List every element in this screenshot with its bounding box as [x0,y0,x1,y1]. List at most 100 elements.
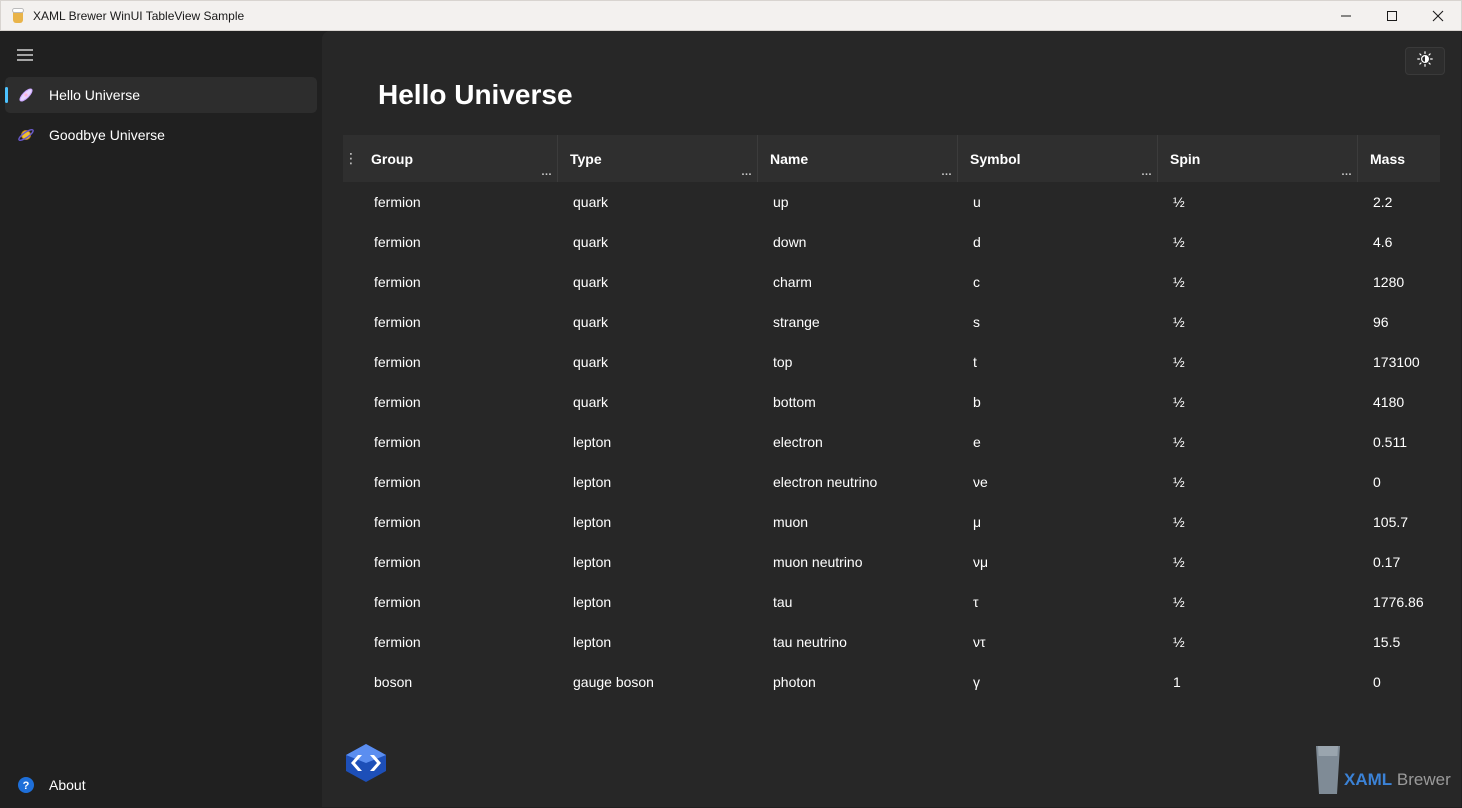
table-cell-type[interactable]: quark [558,194,758,210]
table-cell-spin[interactable]: ½ [1158,474,1358,490]
table-cell-mass[interactable]: 0 [1358,674,1440,690]
column-options-icon[interactable]: … [941,166,952,178]
table-cell-type[interactable]: quark [558,354,758,370]
sidebar-item-about[interactable]: ? About [5,767,317,803]
table-cell-name[interactable]: photon [758,674,958,690]
table-cell-mass[interactable]: 0.17 [1358,554,1440,570]
table-cell-type[interactable]: lepton [558,634,758,650]
table-row[interactable]: fermion lepton muon μ ½ 105.7 [343,502,1440,542]
table-cell-symbol[interactable]: b [958,394,1158,410]
table-cell-name[interactable]: up [758,194,958,210]
table-row[interactable]: fermion quark down d ½ 4.6 [343,222,1440,262]
column-header-spin[interactable]: Spin … [1158,135,1358,182]
table-cell-symbol[interactable]: c [958,274,1158,290]
table-cell-type[interactable]: gauge boson [558,674,758,690]
table-cell-type[interactable]: lepton [558,554,758,570]
column-header-type[interactable]: Type … [558,135,758,182]
table-cell-mass[interactable]: 105.7 [1358,514,1440,530]
table-cell-type[interactable]: lepton [558,474,758,490]
table-cell-name[interactable]: muon neutrino [758,554,958,570]
table-cell-name[interactable]: down [758,234,958,250]
table-cell-symbol[interactable]: d [958,234,1158,250]
table-cell-symbol[interactable]: νe [958,474,1158,490]
table-cell-type[interactable]: quark [558,234,758,250]
sidebar-item-hello-universe[interactable]: Hello Universe [5,77,317,113]
theme-toggle-button[interactable] [1405,47,1445,75]
table-cell-mass[interactable]: 0.511 [1358,434,1440,450]
table-cell-group[interactable]: fermion [343,434,558,450]
table-row[interactable]: fermion lepton tau neutrino ντ ½ 15.5 [343,622,1440,662]
table-cell-name[interactable]: electron [758,434,958,450]
table-cell-symbol[interactable]: γ [958,674,1158,690]
column-options-icon[interactable]: … [1141,166,1152,178]
table-cell-type[interactable]: quark [558,314,758,330]
table-cell-name[interactable]: bottom [758,394,958,410]
table-row[interactable]: fermion quark top t ½ 173100 [343,342,1440,382]
table-cell-mass[interactable]: 4180 [1358,394,1440,410]
maximize-icon[interactable] [1369,1,1415,31]
table-cell-symbol[interactable]: μ [958,514,1158,530]
table-cell-group[interactable]: fermion [343,554,558,570]
row-header-grip-icon[interactable]: ⋮ [343,135,359,182]
column-header-name[interactable]: Name … [758,135,958,182]
table-cell-group[interactable]: fermion [343,594,558,610]
table-cell-type[interactable]: lepton [558,594,758,610]
table-row[interactable]: fermion lepton muon neutrino νμ ½ 0.17 [343,542,1440,582]
column-header-mass[interactable]: Mass [1358,135,1440,182]
minimize-icon[interactable] [1323,1,1369,31]
table-cell-type[interactable]: quark [558,274,758,290]
table-cell-type[interactable]: quark [558,394,758,410]
table-cell-mass[interactable]: 2.2 [1358,194,1440,210]
table-cell-spin[interactable]: ½ [1158,594,1358,610]
table-cell-symbol[interactable]: u [958,194,1158,210]
column-options-icon[interactable]: … [541,166,552,178]
column-header-group[interactable]: Group … [359,135,558,182]
table-cell-symbol[interactable]: νμ [958,554,1158,570]
table-cell-name[interactable]: tau neutrino [758,634,958,650]
table-cell-mass[interactable]: 15.5 [1358,634,1440,650]
table-cell-group[interactable]: fermion [343,634,558,650]
table-cell-spin[interactable]: ½ [1158,234,1358,250]
table-cell-name[interactable]: charm [758,274,958,290]
table-row[interactable]: fermion lepton tau τ ½ 1776.86 [343,582,1440,622]
hamburger-menu-icon[interactable] [9,41,41,69]
table-cell-group[interactable]: fermion [343,314,558,330]
table-cell-symbol[interactable]: s [958,314,1158,330]
table-cell-type[interactable]: lepton [558,434,758,450]
column-options-icon[interactable]: … [1341,166,1352,178]
table-cell-symbol[interactable]: τ [958,594,1158,610]
table-cell-name[interactable]: muon [758,514,958,530]
table-cell-spin[interactable]: ½ [1158,554,1358,570]
table-cell-symbol[interactable]: t [958,354,1158,370]
table-row[interactable]: fermion quark up u ½ 2.2 [343,182,1440,222]
table-cell-spin[interactable]: ½ [1158,634,1358,650]
close-icon[interactable] [1415,1,1461,31]
table-cell-spin[interactable]: 1 [1158,674,1358,690]
table-cell-spin[interactable]: ½ [1158,354,1358,370]
table-cell-group[interactable]: fermion [343,354,558,370]
table-cell-mass[interactable]: 173100 [1358,354,1440,370]
table-cell-spin[interactable]: ½ [1158,394,1358,410]
table-cell-group[interactable]: fermion [343,194,558,210]
table-cell-group[interactable]: fermion [343,274,558,290]
table-cell-name[interactable]: strange [758,314,958,330]
table-cell-mass[interactable]: 0 [1358,474,1440,490]
table-cell-group[interactable]: fermion [343,234,558,250]
sidebar-item-goodbye-universe[interactable]: Goodbye Universe [5,117,317,153]
table-cell-spin[interactable]: ½ [1158,314,1358,330]
table-cell-spin[interactable]: ½ [1158,274,1358,290]
table-row[interactable]: boson gauge boson photon γ 1 0 [343,662,1440,702]
table-cell-symbol[interactable]: e [958,434,1158,450]
table-row[interactable]: fermion lepton electron e ½ 0.511 [343,422,1440,462]
table-cell-name[interactable]: electron neutrino [758,474,958,490]
table-row[interactable]: fermion lepton electron neutrino νe ½ 0 [343,462,1440,502]
table-cell-spin[interactable]: ½ [1158,514,1358,530]
table-cell-name[interactable]: top [758,354,958,370]
table-cell-group[interactable]: fermion [343,514,558,530]
table-cell-group[interactable]: fermion [343,394,558,410]
table-cell-mass[interactable]: 1280 [1358,274,1440,290]
table-row[interactable]: fermion quark charm c ½ 1280 [343,262,1440,302]
table-cell-mass[interactable]: 4.6 [1358,234,1440,250]
table-row[interactable]: fermion quark bottom b ½ 4180 [343,382,1440,422]
column-header-symbol[interactable]: Symbol … [958,135,1158,182]
